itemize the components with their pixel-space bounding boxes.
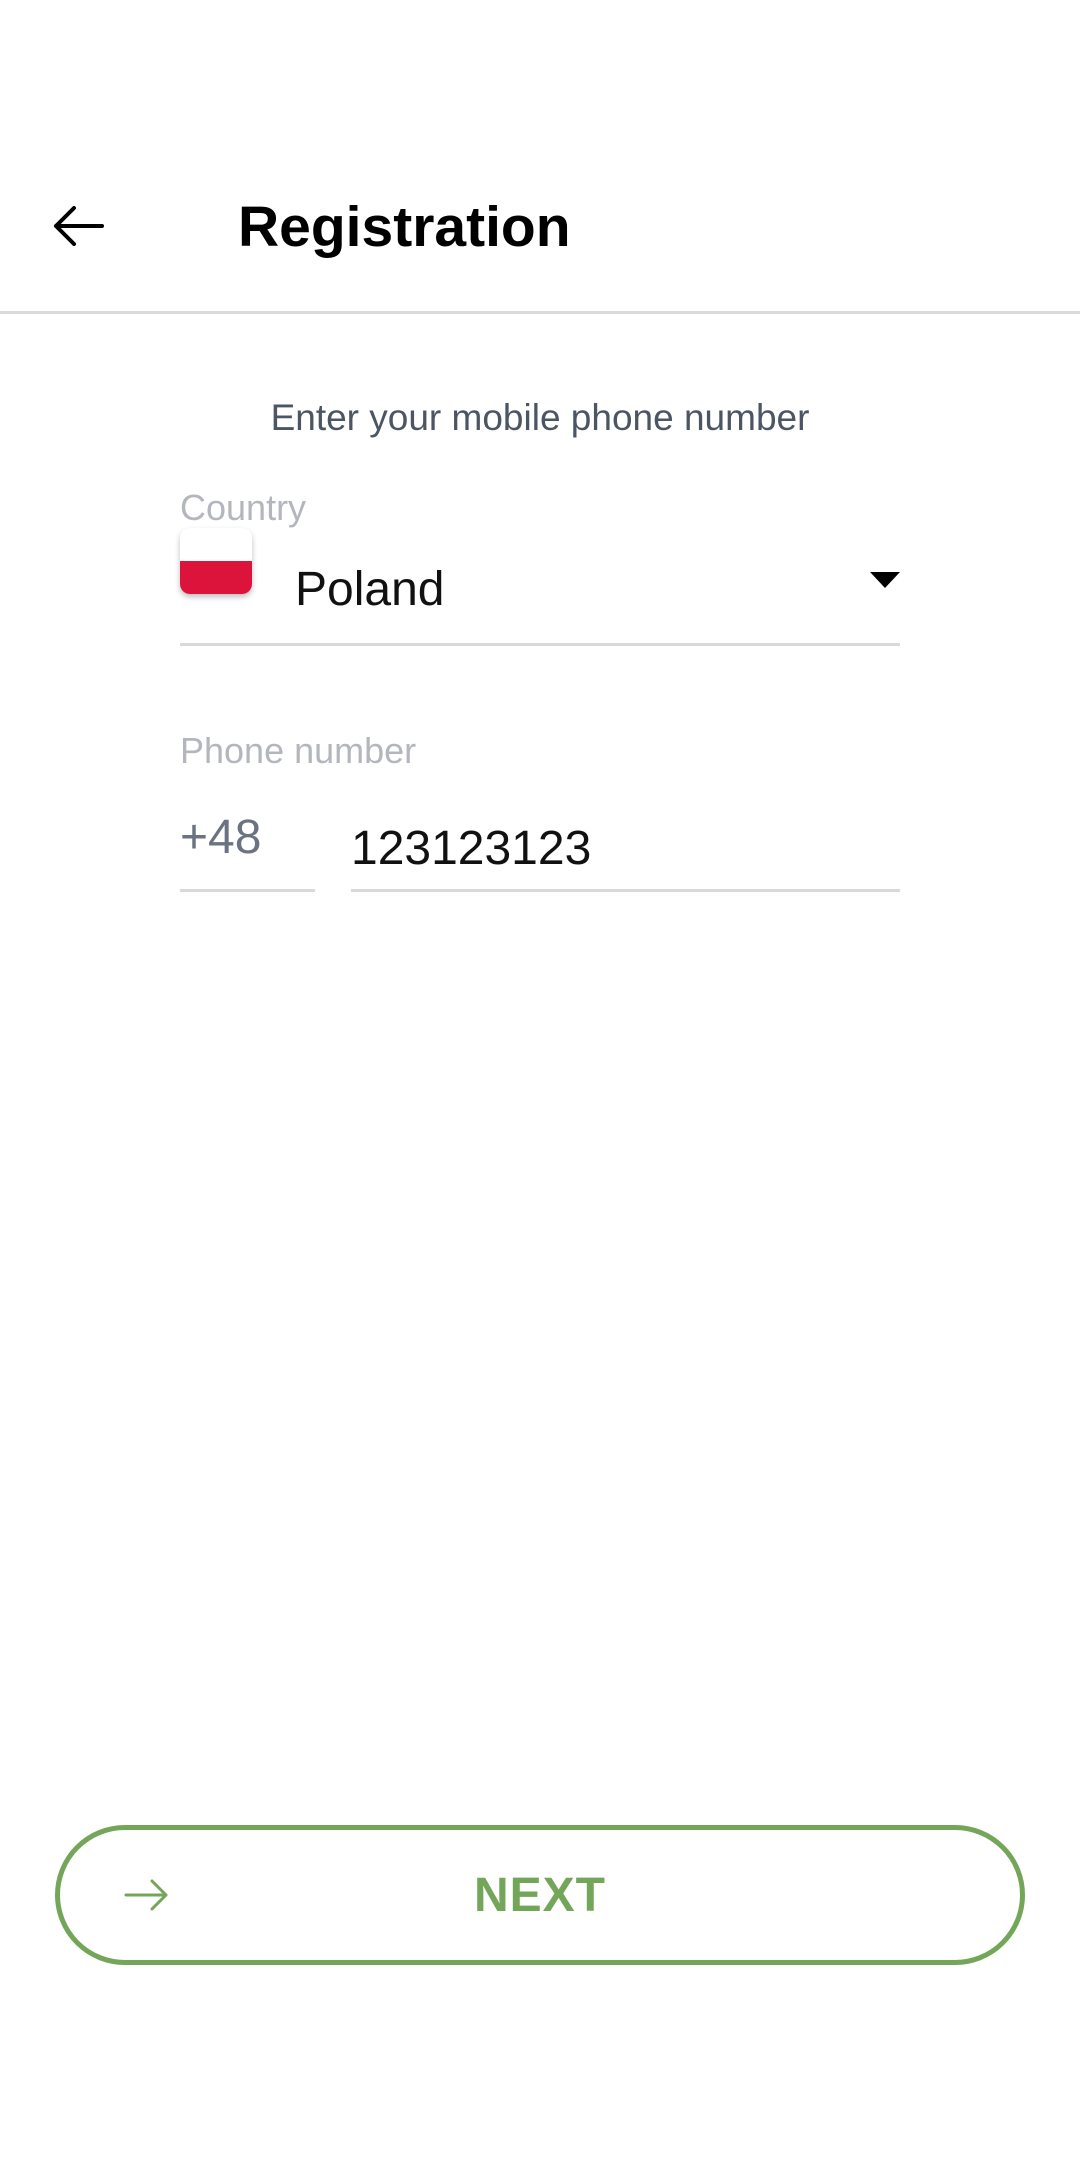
country-value: Poland [295, 563, 445, 616]
country-select[interactable]: Poland [180, 520, 900, 646]
arrow-left-icon [54, 206, 104, 246]
back-button[interactable] [38, 186, 118, 266]
instruction-text: Enter your mobile phone number [270, 397, 810, 438]
phone-number-input[interactable] [351, 790, 900, 892]
next-button[interactable]: NEXT [55, 1825, 1025, 1965]
country-code-field: +48 [180, 790, 315, 892]
next-button-label: NEXT [473, 1868, 606, 1922]
caret-down-icon [870, 572, 900, 588]
phone-number-label: Phone number [180, 730, 417, 771]
poland-flag-icon [180, 528, 252, 594]
app-bar: Registration [0, 0, 1080, 314]
page-title: Registration [238, 195, 571, 259]
country-code: +48 [180, 811, 262, 864]
